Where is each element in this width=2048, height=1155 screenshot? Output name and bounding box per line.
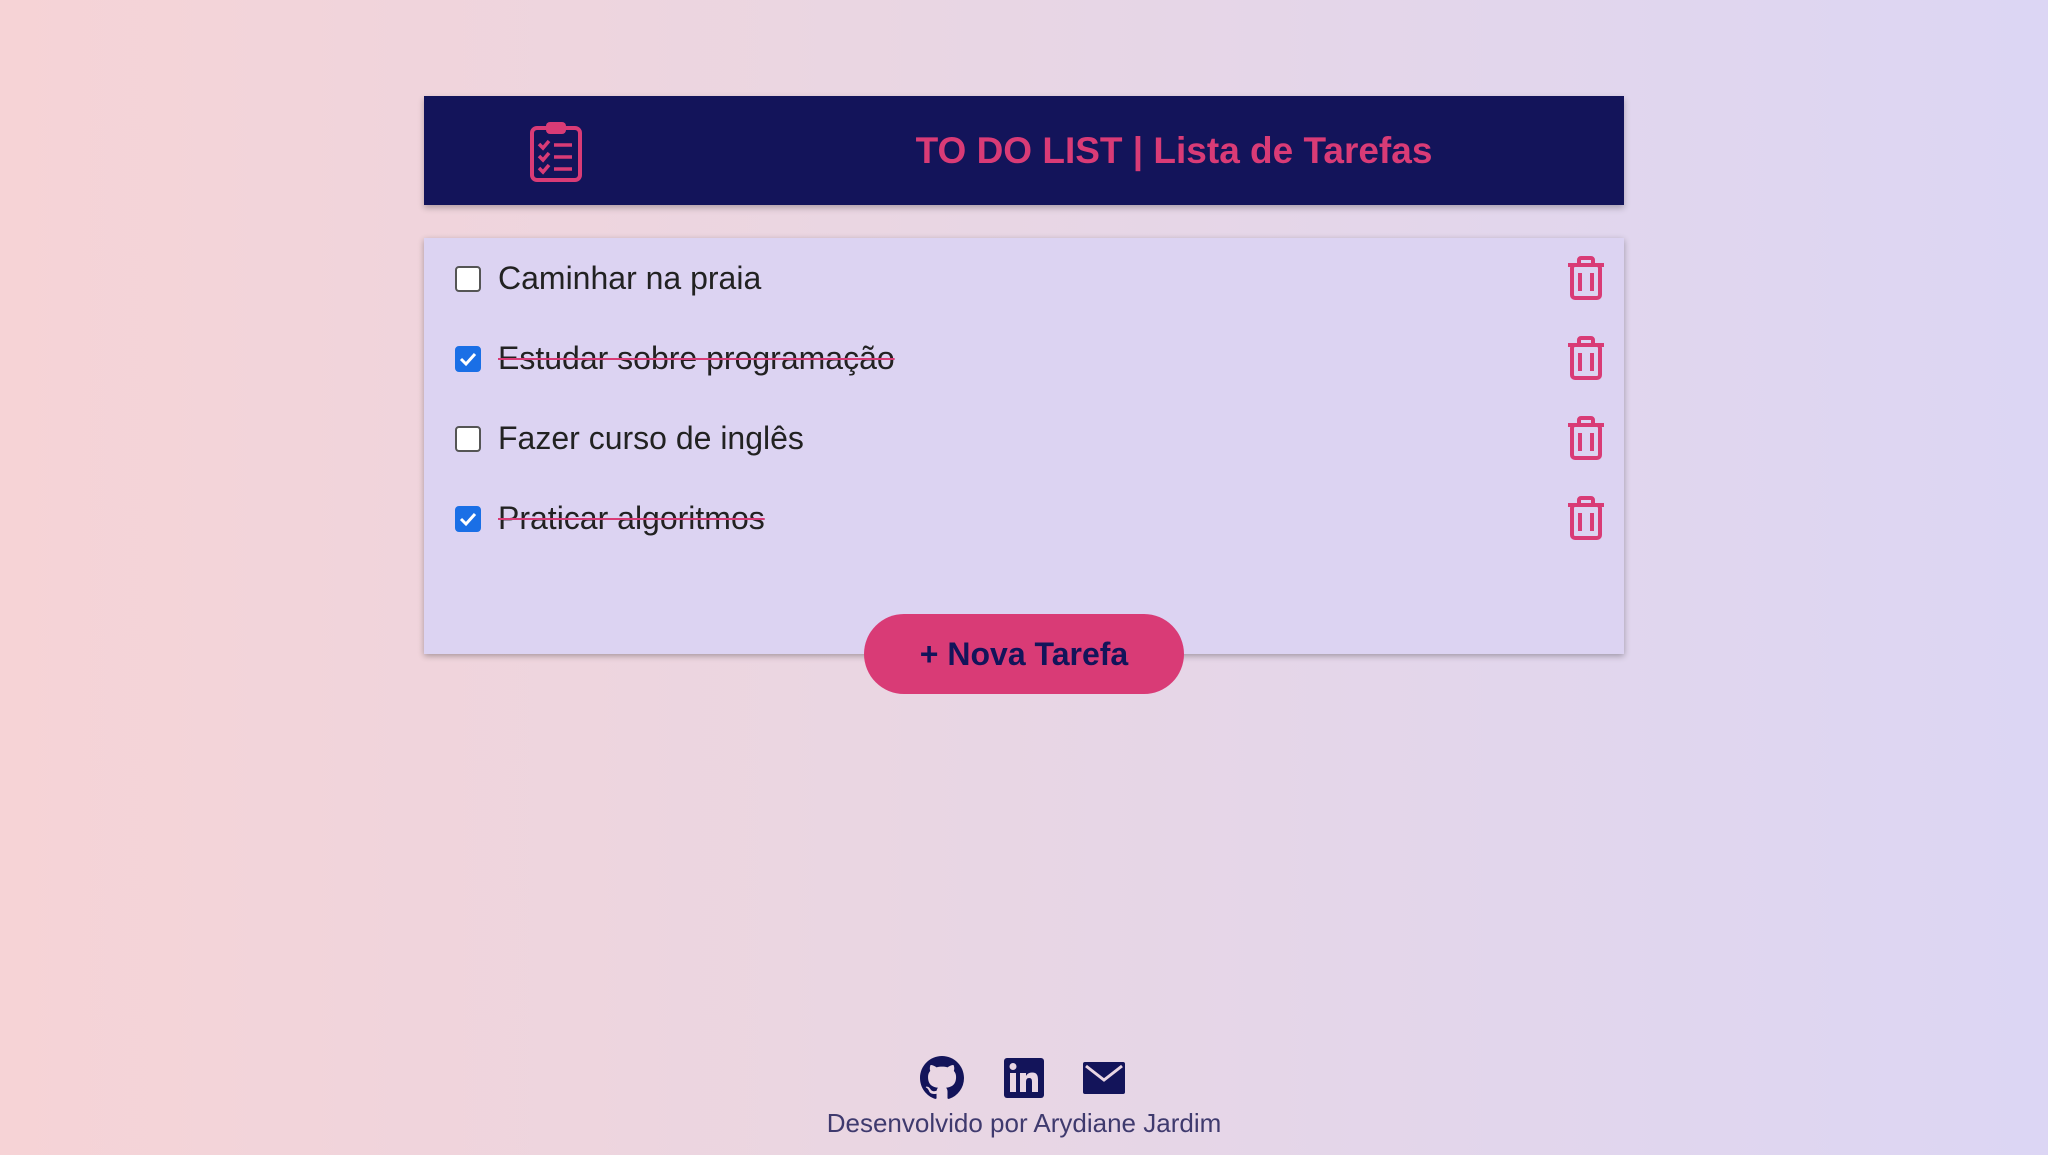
task-label: Fazer curso de inglês (498, 420, 804, 456)
task-item: Fazer curso de inglês (424, 398, 1624, 460)
task-list: Caminhar na praia Estudar sobre programa… (424, 238, 1624, 654)
github-icon[interactable] (920, 1056, 964, 1100)
linkedin-icon[interactable] (1002, 1056, 1046, 1100)
task-item: Praticar algoritmos (424, 478, 1624, 540)
task-checkbox[interactable] (455, 346, 481, 372)
new-task-button[interactable]: + Nova Tarefa (864, 614, 1184, 694)
clipboard-list-icon (530, 122, 582, 182)
task-label: Estudar sobre programação (498, 340, 895, 376)
task-checkbox[interactable] (455, 506, 481, 532)
trash-icon[interactable] (1566, 496, 1606, 540)
app-header: TO DO LIST | Lista de Tarefas (424, 96, 1624, 205)
task-item: Caminhar na praia (424, 238, 1624, 300)
footer-credit: Desenvolvido por Arydiane Jardim (826, 1108, 1222, 1138)
mail-icon[interactable] (1082, 1056, 1126, 1100)
trash-icon[interactable] (1566, 336, 1606, 380)
trash-icon[interactable] (1566, 256, 1606, 300)
task-checkbox[interactable] (455, 266, 481, 292)
task-item: Estudar sobre programação (424, 318, 1624, 380)
task-label: Praticar algoritmos (498, 500, 765, 536)
task-label: Caminhar na praia (498, 260, 762, 296)
task-checkbox[interactable] (455, 426, 481, 452)
trash-icon[interactable] (1566, 416, 1606, 460)
social-links (920, 1056, 1130, 1100)
page-title: TO DO LIST | Lista de Tarefas (915, 129, 1433, 171)
